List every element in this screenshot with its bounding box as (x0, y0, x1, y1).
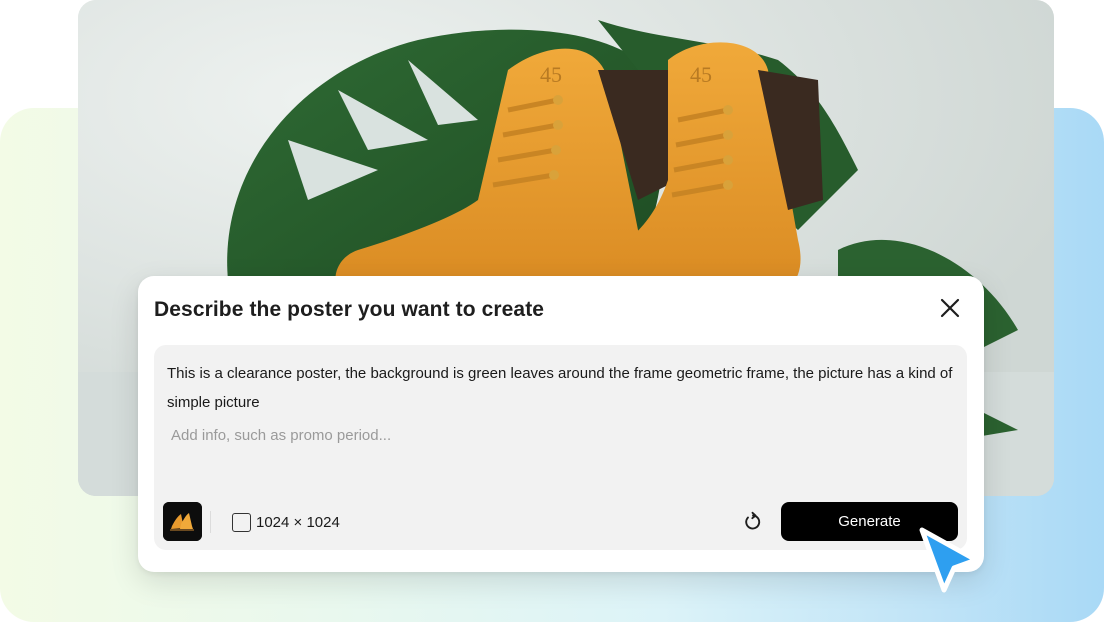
refresh-icon (745, 511, 761, 530)
size-option[interactable]: 1024 × 1024 (232, 511, 340, 533)
prompt-text[interactable]: This is a clearance poster, the backgrou… (167, 359, 957, 417)
toolbar-divider (210, 511, 211, 533)
poster-prompt-dialog: Describe the poster you want to create T… (138, 276, 984, 572)
reference-image-thumbnail[interactable] (163, 502, 202, 541)
boot-thumbnail-icon (163, 502, 202, 541)
extra-info-input[interactable] (167, 424, 767, 446)
prompt-area[interactable]: This is a clearance poster, the backgrou… (154, 345, 967, 550)
size-label: 1024 × 1024 (256, 513, 340, 531)
mouse-pointer-icon (919, 527, 979, 593)
boot-emblem-right: 45 (690, 62, 712, 87)
close-icon (940, 298, 960, 318)
boot-emblem-left: 45 (540, 62, 562, 87)
dialog-title: Describe the poster you want to create (154, 298, 545, 321)
size-checkbox[interactable] (232, 512, 251, 532)
close-button[interactable] (938, 296, 962, 320)
refresh-button[interactable] (742, 511, 764, 533)
